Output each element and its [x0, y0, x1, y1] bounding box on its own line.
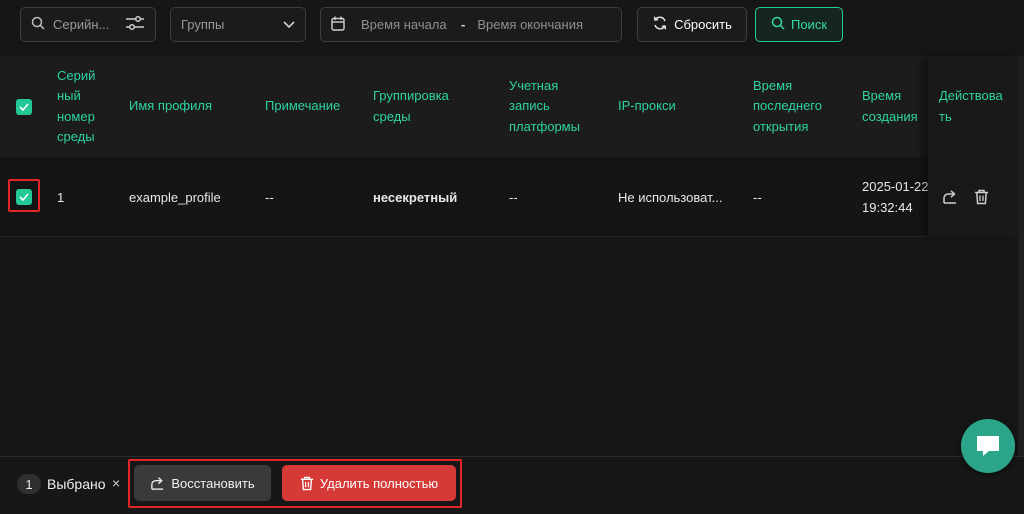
- header-serial[interactable]: Серий ный номер среды: [57, 56, 117, 157]
- share-icon[interactable]: [942, 189, 958, 205]
- group-select-placeholder: Группы: [181, 17, 225, 32]
- row-checkbox-highlight: [8, 179, 40, 212]
- refresh-icon: [652, 15, 674, 34]
- header-group[interactable]: Группировка среды: [373, 56, 493, 157]
- header-note[interactable]: Примечание: [265, 56, 365, 157]
- calendar-icon: [331, 16, 345, 34]
- table-empty-area: [0, 238, 1018, 455]
- share-icon: [150, 476, 171, 491]
- cell-note: --: [265, 189, 274, 205]
- search-icon: [771, 16, 791, 33]
- clear-selection-button[interactable]: ×: [112, 475, 120, 491]
- header-last-open-line: открытия: [753, 118, 809, 134]
- cell-created: 2025-01-22 19:32:44: [862, 157, 928, 237]
- header-profile-name-label: Имя профиля: [129, 98, 213, 114]
- support-chat-button[interactable]: [961, 419, 1015, 473]
- cell-group: несекретный: [373, 189, 458, 205]
- header-serial-line: среды: [57, 129, 95, 144]
- trash-icon[interactable]: [974, 189, 989, 205]
- header-serial-line: ный: [57, 88, 81, 103]
- check-icon: [19, 102, 29, 111]
- header-last-open-line: последнего: [753, 98, 822, 114]
- header-actions-line: Действова: [939, 88, 1003, 103]
- header-platform-account[interactable]: Учетная запись платформы: [509, 56, 609, 157]
- group-select[interactable]: Группы: [170, 7, 306, 42]
- header-account-line: платформы: [509, 118, 580, 134]
- cell-last-open: --: [753, 189, 762, 205]
- header-select-all-cell: [16, 56, 36, 157]
- date-separator: -: [461, 17, 466, 32]
- actions-column: Действова ть: [928, 56, 1018, 237]
- header-last-open-line: Время: [753, 77, 793, 93]
- cell-serial: 1: [57, 189, 65, 205]
- end-date-input[interactable]: Время окончания: [477, 17, 583, 32]
- search-button[interactable]: Поиск: [755, 7, 843, 42]
- filter-icon[interactable]: [125, 15, 145, 34]
- header-created-line: создания: [862, 108, 918, 124]
- header-actions: Действова ть: [939, 56, 1003, 157]
- start-date-input[interactable]: Время начала: [361, 17, 461, 32]
- table-row[interactable]: 1 example_profile -- несекретный -- Не и…: [0, 157, 1018, 237]
- header-profile-name[interactable]: Имя профиля: [129, 56, 259, 157]
- restore-button-label: Восстановить: [171, 475, 255, 491]
- chat-icon: [975, 434, 1001, 458]
- search-icon: [31, 16, 45, 33]
- serial-search-input[interactable]: Серийн...: [20, 7, 156, 42]
- cell-created-time: 19:32:44: [862, 200, 913, 215]
- trash-icon: [300, 476, 320, 491]
- search-button-label: Поиск: [790, 17, 828, 32]
- header-created-line: Время: [862, 88, 902, 103]
- cell-ip-proxy: Не использоват...: [618, 189, 723, 205]
- reset-button[interactable]: Сбросить: [637, 7, 747, 42]
- selected-count-badge: 1: [17, 474, 41, 494]
- cell-platform-account: --: [509, 189, 518, 205]
- reset-button-label: Сбросить: [674, 17, 732, 32]
- delete-button-label: Удалить полностью: [319, 475, 439, 491]
- chevron-down-icon: [283, 17, 295, 32]
- toolbar: Серийн... Группы Время начала - Время ок…: [0, 0, 1024, 56]
- header-note-label: Примечание: [265, 98, 341, 114]
- date-range-picker[interactable]: Время начала - Время окончания: [320, 7, 622, 42]
- serial-search-placeholder: Серийн...: [53, 17, 110, 32]
- cell-profile-name: example_profile: [129, 189, 221, 205]
- header-account-line: Учетная: [509, 77, 559, 93]
- header-serial-line: номер: [57, 108, 95, 124]
- select-all-checkbox[interactable]: [16, 98, 32, 115]
- header-serial-line: Серий: [57, 67, 96, 83]
- header-account-line: запись: [509, 98, 550, 114]
- vertical-scrollbar[interactable]: [1018, 56, 1024, 456]
- table-header: Серий ный номер среды Имя профиля Примеч…: [0, 56, 1018, 157]
- header-group-line: Группировка: [373, 88, 449, 103]
- selection-bar: 1 Выбрано × Восстановить Удалить полност…: [0, 456, 1024, 514]
- row-actions: [928, 157, 1018, 237]
- header-ip-proxy[interactable]: IP-прокси: [618, 56, 738, 157]
- restore-button[interactable]: Восстановить: [134, 465, 271, 501]
- header-created[interactable]: Время создания: [862, 56, 926, 157]
- cell-created-date: 2025-01-22: [862, 179, 928, 194]
- header-last-open[interactable]: Время последнего открытия: [753, 56, 853, 157]
- delete-permanently-button[interactable]: Удалить полностью: [282, 465, 456, 501]
- header-actions-line: ть: [939, 108, 952, 124]
- header-group-line: среды: [373, 108, 411, 124]
- header-ip-proxy-label: IP-прокси: [618, 98, 676, 114]
- selected-label: Выбрано: [47, 476, 106, 492]
